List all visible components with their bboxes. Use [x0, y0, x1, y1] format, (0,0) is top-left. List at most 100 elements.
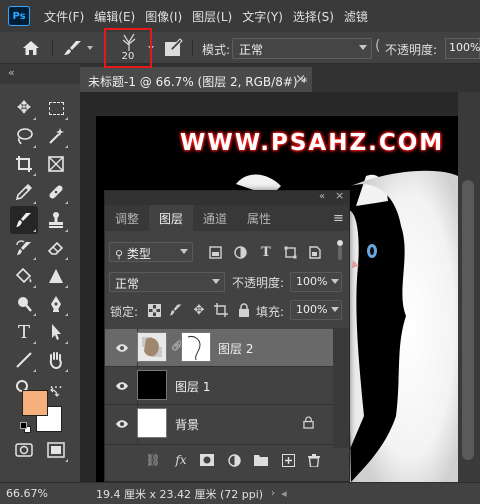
menu-layer[interactable]: 图层(L) [192, 8, 232, 25]
marquee-icon[interactable] [42, 94, 70, 122]
default-colors-icon[interactable] [20, 422, 32, 434]
layer-name[interactable]: 背景 [175, 416, 199, 433]
collapse-panel-icon[interactable]: « [319, 191, 325, 202]
sharpen-icon[interactable] [42, 262, 70, 290]
lock-pixels-icon[interactable] [168, 302, 184, 318]
brush-preset-picker[interactable]: 20 [104, 28, 152, 68]
brush-icon[interactable] [10, 206, 38, 234]
layer-name[interactable]: 图层 1 [175, 378, 210, 395]
fill-input[interactable]: 100% [290, 300, 342, 320]
move-icon[interactable]: ✥ [10, 94, 38, 122]
layer-row-background[interactable]: 背景 [105, 405, 333, 445]
tab-properties[interactable]: 属性 [237, 205, 281, 231]
layer-row-layer1[interactable]: 图层 1 [105, 367, 333, 405]
frame-icon[interactable] [42, 150, 70, 178]
stamp-icon[interactable] [42, 206, 70, 234]
search-icon: ⚲ [115, 248, 124, 261]
screen-mode-icon[interactable] [42, 436, 70, 464]
menu-filter[interactable]: 滤镜 [344, 8, 368, 25]
filter-toggle[interactable] [334, 240, 346, 262]
crop-icon[interactable] [10, 150, 38, 178]
foreground-color-swatch[interactable] [22, 390, 48, 416]
filter-pixel-icon[interactable] [207, 244, 223, 260]
visibility-eye-icon[interactable] [114, 416, 130, 432]
tab-layers[interactable]: 图层 [149, 205, 194, 231]
lock-position-icon[interactable]: ✥ [191, 302, 207, 318]
lock-artboard-icon[interactable] [213, 302, 229, 318]
panel-menu-icon[interactable]: ≡ [333, 211, 344, 226]
magic-wand-icon[interactable] [42, 122, 70, 150]
brush-tool-icon[interactable] [62, 39, 84, 57]
mode-select[interactable]: 正常 [232, 38, 372, 59]
paint-bucket-icon[interactable] [10, 262, 38, 290]
layer-name[interactable]: 图层 2 [218, 340, 253, 357]
hand-icon[interactable] [42, 346, 70, 374]
menu-edit[interactable]: 编辑(E) [94, 8, 135, 25]
layers-scrollbar[interactable] [333, 328, 349, 448]
layer-style-icon[interactable]: fx [173, 452, 189, 468]
path-select-icon[interactable] [42, 318, 70, 346]
link-layers-icon[interactable]: ⛓︎ [145, 452, 161, 468]
lasso-icon[interactable] [10, 122, 38, 150]
delete-layer-icon[interactable] [306, 452, 322, 468]
dodge-icon[interactable] [10, 290, 38, 318]
type-icon[interactable]: T [10, 318, 38, 346]
filter-type-value: 类型 [126, 247, 151, 261]
menu-file[interactable]: 文件(F) [44, 8, 84, 25]
layer-mask-thumbnail[interactable] [181, 332, 211, 362]
close-icon[interactable]: × [295, 72, 306, 87]
chevron-down-icon [180, 249, 188, 254]
panel-header[interactable]: « × [105, 189, 349, 205]
eyedropper-icon[interactable] [10, 178, 38, 206]
layer-thumbnail[interactable] [137, 408, 167, 438]
chevron-down-icon [331, 307, 339, 312]
eraser-icon[interactable] [42, 234, 70, 262]
layer-row-layer2[interactable]: 🔗︎ 图层 2 [105, 329, 333, 367]
filter-type-icon[interactable]: T [258, 244, 274, 260]
tab-channels[interactable]: 通道 [193, 205, 237, 231]
new-layer-icon[interactable] [280, 452, 296, 468]
menu-type[interactable]: 文字(Y) [242, 8, 283, 25]
swap-colors-icon[interactable] [50, 386, 60, 397]
menu-select[interactable]: 选择(S) [293, 8, 334, 25]
brush-dropdown-icon[interactable] [87, 46, 93, 50]
document-tab[interactable]: 未标题-1 @ 66.7% (图层 2, RGB/8#) * × [80, 67, 312, 92]
add-mask-icon[interactable] [199, 452, 215, 468]
lock-all-icon[interactable] [236, 302, 252, 318]
brush-settings-icon[interactable] [163, 38, 183, 58]
pen-icon[interactable] [42, 290, 70, 318]
collapse-icon[interactable]: « [8, 66, 15, 79]
filter-type-select[interactable]: ⚲ 类型 [109, 242, 193, 262]
filter-smart-object-icon[interactable] [306, 244, 322, 260]
layer-thumbnail[interactable] [137, 370, 167, 400]
layer-opacity-label: 不透明度: [232, 276, 285, 290]
zoom-level[interactable]: 66.67% [0, 487, 50, 500]
layer-thumbnail[interactable] [137, 332, 167, 362]
quick-mask-icon[interactable] [10, 436, 38, 464]
pressure-icon[interactable]: ( [375, 38, 380, 54]
visibility-eye-icon[interactable] [114, 378, 130, 394]
tab-adjustments[interactable]: 调整 [105, 205, 149, 231]
fill-value: 100% [296, 303, 328, 316]
history-brush-icon[interactable] [10, 234, 38, 262]
blend-mode-select[interactable]: 正常 [109, 272, 225, 292]
close-panel-icon[interactable]: × [335, 189, 344, 202]
status-arrow-icon[interactable]: › [271, 488, 275, 499]
layer-opacity-input[interactable]: 100% [290, 272, 342, 292]
mode-label: 模式: [202, 43, 231, 57]
menu-image[interactable]: 图像(I) [145, 8, 182, 25]
filter-adjustment-icon[interactable] [232, 244, 248, 260]
line-icon[interactable] [10, 346, 38, 374]
lock-transparency-icon[interactable] [146, 302, 162, 318]
panel-tabs: 调整 图层 通道 属性 ≡ [105, 205, 349, 231]
new-group-icon[interactable] [253, 452, 269, 468]
opacity-input[interactable]: 100% [445, 38, 480, 59]
home-icon[interactable] [22, 40, 40, 56]
visibility-eye-icon[interactable] [114, 340, 130, 356]
filter-shape-icon[interactable] [282, 244, 298, 260]
healing-icon[interactable] [42, 178, 70, 206]
scrollbar-thumb[interactable] [462, 180, 474, 460]
chevron-down-icon [331, 279, 339, 284]
status-menu-icon[interactable]: ◂ [281, 487, 287, 500]
adjustment-layer-icon[interactable] [226, 452, 242, 468]
